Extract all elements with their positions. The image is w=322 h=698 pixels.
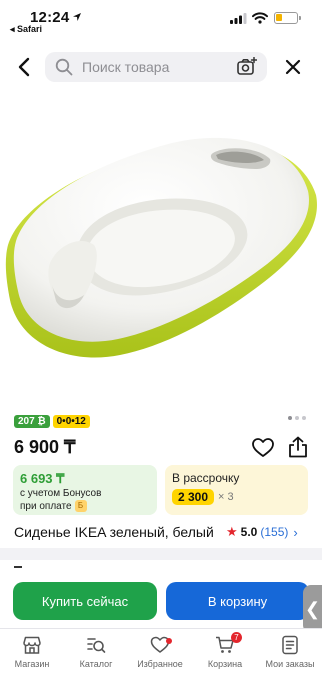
bonus-coin-icon: Б bbox=[74, 500, 87, 513]
tab-label: Мои заказы bbox=[265, 659, 315, 669]
points-badge: 207 ₿ bbox=[14, 415, 50, 428]
share-icon[interactable] bbox=[288, 436, 308, 458]
cellular-signal-icon bbox=[230, 13, 247, 24]
buy-now-button[interactable]: Купить сейчас bbox=[13, 582, 157, 620]
wifi-icon bbox=[252, 12, 268, 24]
cart-count-badge: 7 bbox=[231, 632, 242, 643]
installment-title: В рассрочку bbox=[172, 471, 240, 485]
pagination-dot bbox=[295, 416, 299, 420]
product-price: 6 900 ₸ bbox=[14, 437, 76, 457]
tab-favorites[interactable]: Избранное bbox=[128, 635, 192, 669]
side-panel-handle[interactable]: ❮ bbox=[303, 585, 322, 633]
tab-label: Корзина bbox=[207, 659, 243, 669]
close-icon bbox=[285, 59, 301, 75]
close-button[interactable] bbox=[281, 55, 305, 79]
section-divider bbox=[0, 548, 322, 560]
image-pagination bbox=[288, 416, 306, 420]
installment-row: 2 300 × 3 bbox=[172, 489, 301, 505]
search-icon bbox=[55, 58, 73, 76]
bonus-price-card[interactable]: 6 693 ₸ с учетом Бонусов при оплате Б bbox=[13, 465, 157, 515]
location-arrow-icon bbox=[73, 13, 81, 21]
catalog-search-icon bbox=[87, 638, 106, 653]
search-input[interactable]: Поиск товара bbox=[82, 59, 169, 75]
status-bar: 12:24 ◂ Safari bbox=[0, 0, 322, 40]
favorites-dot bbox=[166, 638, 172, 644]
tab-orders[interactable]: Мои заказы bbox=[258, 635, 322, 669]
installment-multiplier: × 3 bbox=[218, 491, 234, 503]
tab-catalog[interactable]: Каталог bbox=[64, 635, 128, 669]
chevron-right-icon: › bbox=[293, 524, 298, 540]
bottom-tab-bar: Магазин Каталог Избранное 7 Корзина Мои … bbox=[0, 628, 322, 698]
bonus-line2: при оплате bbox=[20, 501, 72, 512]
toilet-training-seat-image[interactable] bbox=[0, 95, 322, 395]
heart-icon[interactable] bbox=[252, 438, 274, 458]
installment-card[interactable]: В рассрочку 2 300 × 3 bbox=[165, 465, 308, 515]
bonus-price: 6 693 ₸ bbox=[20, 471, 65, 486]
rating-score: 5.0 bbox=[240, 525, 258, 539]
back-button[interactable] bbox=[12, 55, 36, 79]
tab-label: Каталог bbox=[79, 659, 113, 669]
installment-amount: 2 300 bbox=[172, 489, 215, 505]
installment-badge: 0•0•12 bbox=[52, 415, 90, 428]
tab-label: Избранное bbox=[137, 659, 183, 669]
tab-cart[interactable]: 7 Корзина bbox=[193, 632, 257, 669]
tab-store[interactable]: Магазин bbox=[0, 635, 64, 669]
product-badges: 207 ₿ 0•0•12 bbox=[14, 415, 90, 428]
tab-label: Магазин bbox=[14, 659, 50, 669]
chevron-left-icon bbox=[18, 57, 30, 77]
back-to-app-link[interactable]: ◂ Safari bbox=[10, 24, 42, 35]
product-rating[interactable]: ★ 5.0 (155) › bbox=[226, 524, 298, 540]
product-name: Сиденье IKEA зеленый, белый bbox=[14, 524, 214, 540]
product-page: 12:24 ◂ Safari Поиск товара 207 ₿ 0•0•12… bbox=[0, 0, 322, 698]
star-icon: ★ bbox=[226, 524, 238, 539]
pagination-dot bbox=[302, 416, 306, 420]
orders-icon bbox=[282, 635, 298, 655]
pagination-dot bbox=[288, 416, 292, 420]
search-bar[interactable]: Поиск товара bbox=[45, 52, 267, 82]
battery-icon bbox=[274, 12, 301, 24]
store-icon bbox=[23, 636, 41, 654]
add-to-cart-button[interactable]: В корзину bbox=[166, 582, 309, 620]
section-dash bbox=[14, 566, 22, 568]
bonus-line2-wrap: при оплате Б bbox=[20, 500, 150, 513]
camera-search-icon[interactable] bbox=[237, 57, 257, 76]
bonus-line1: с учетом Бонусов bbox=[20, 488, 102, 499]
review-count: (155) bbox=[260, 525, 289, 539]
